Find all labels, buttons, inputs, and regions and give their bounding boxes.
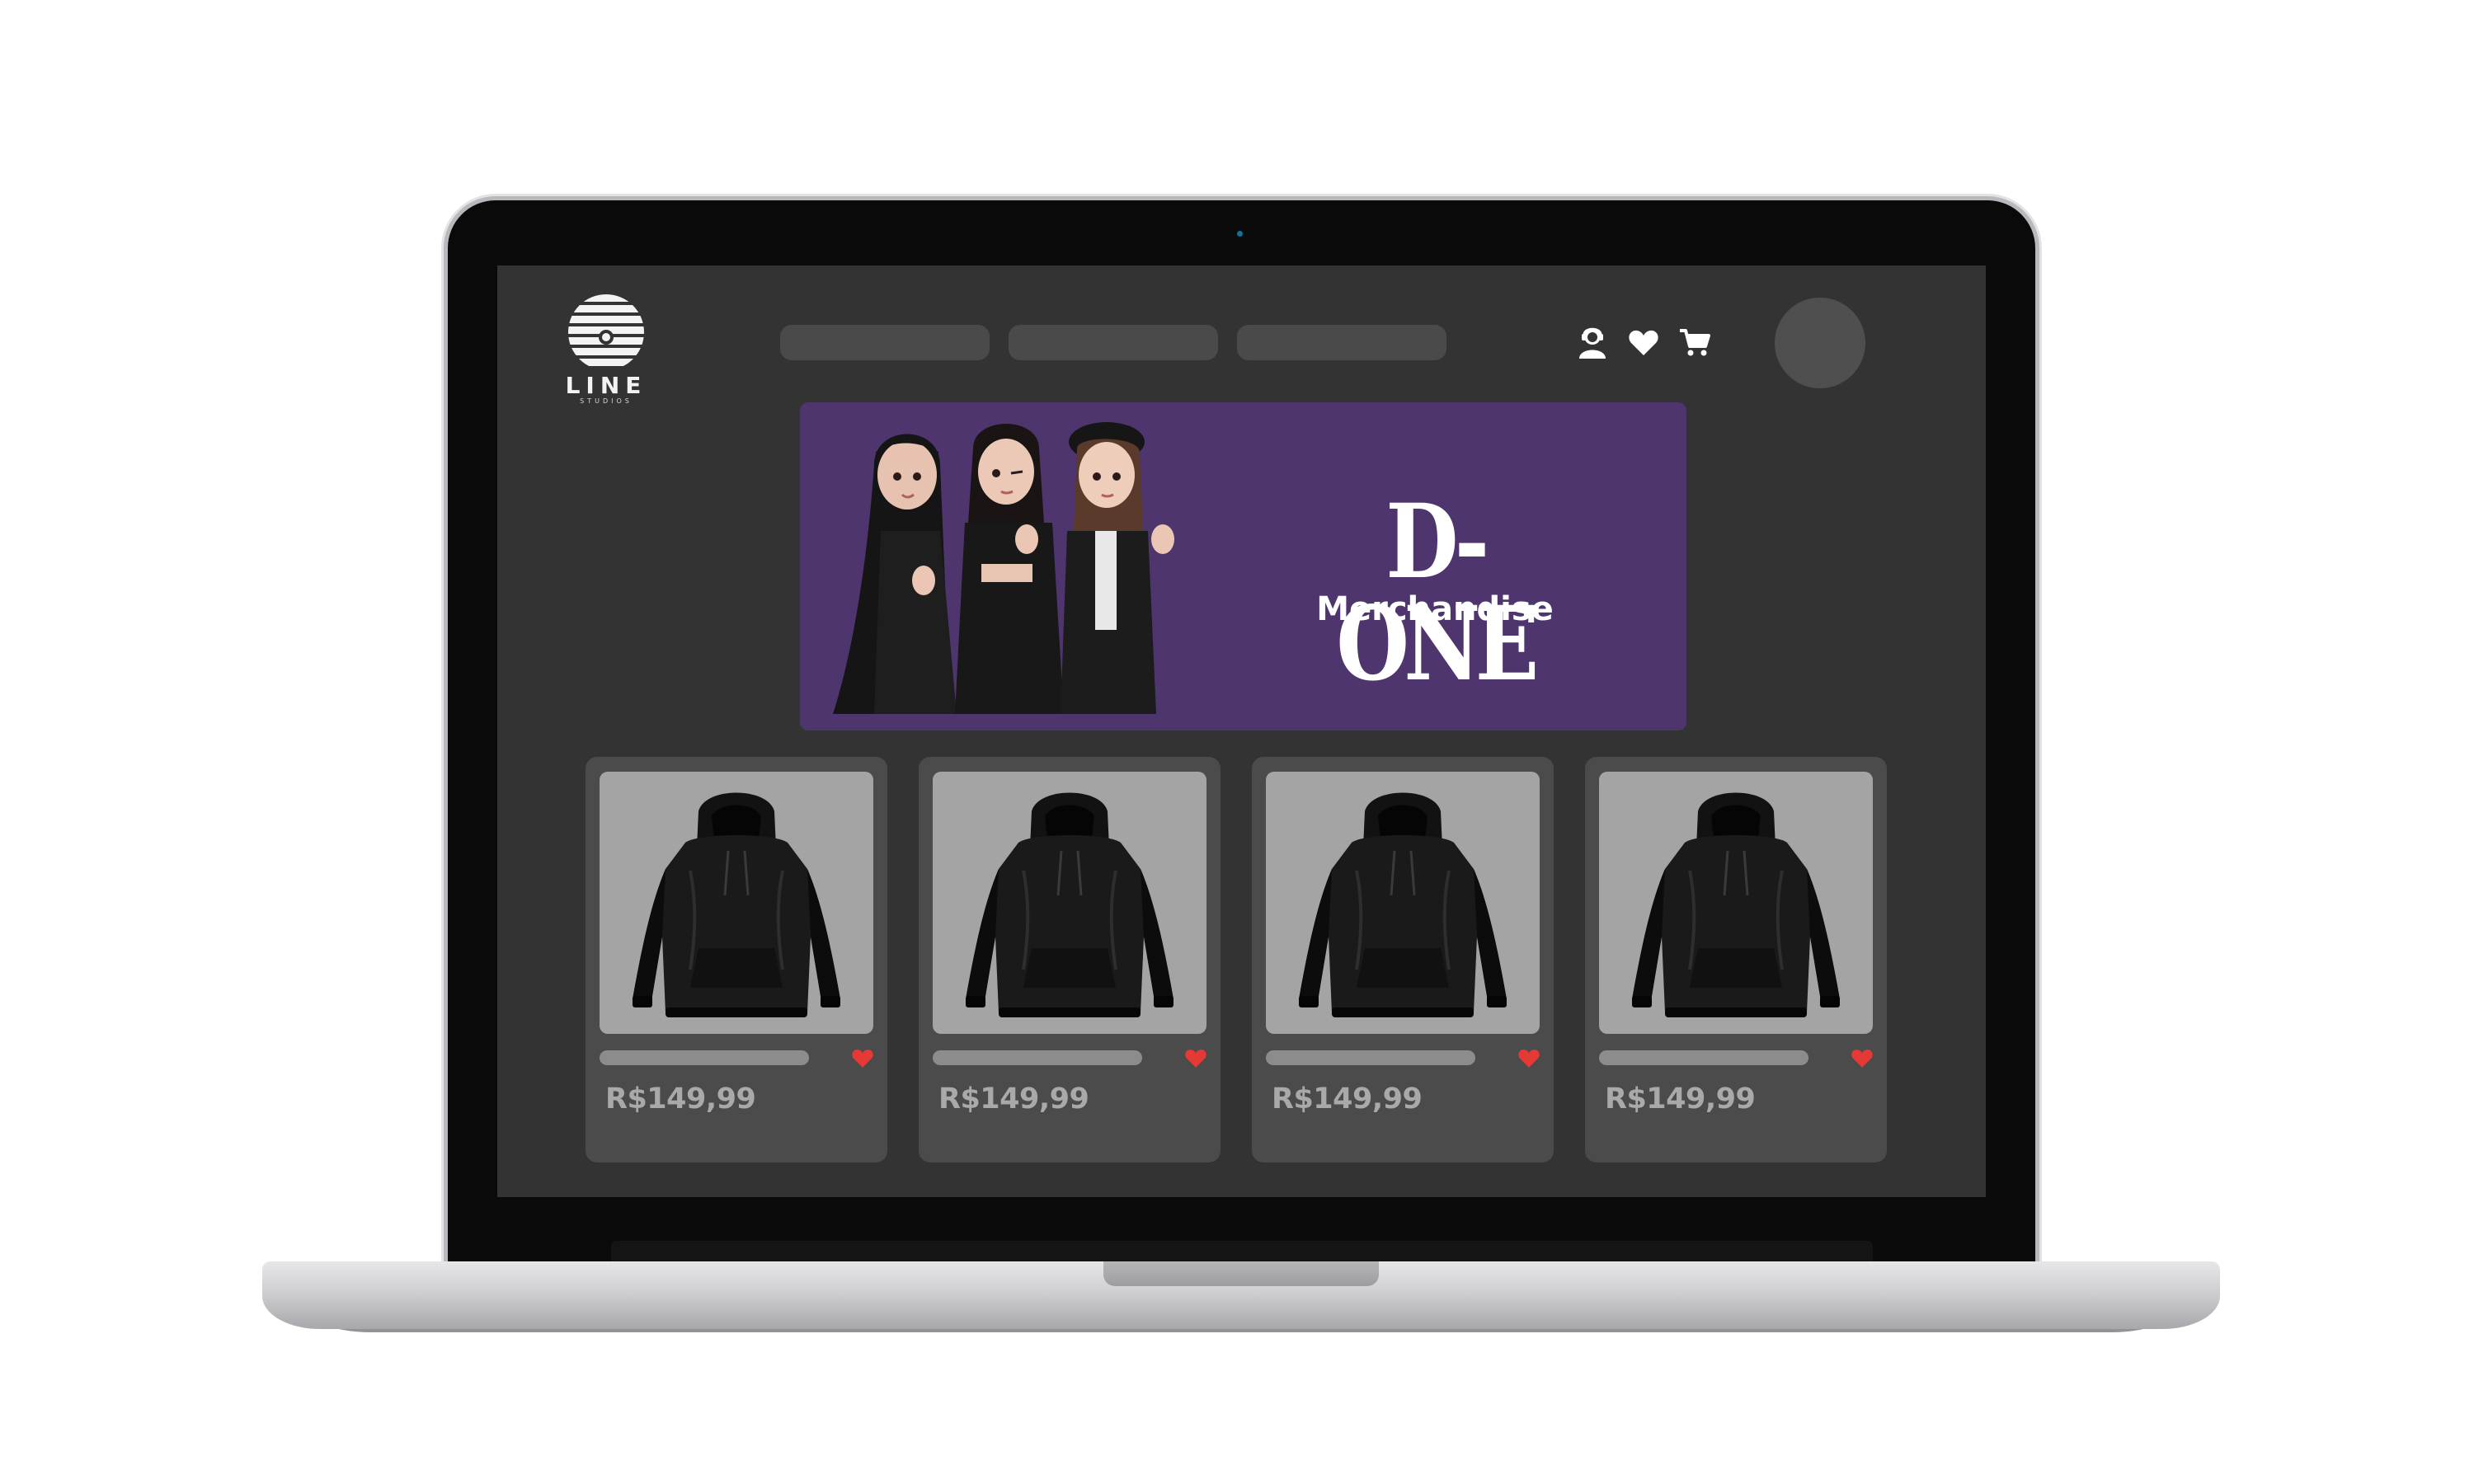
banner-subtitle: Merchandise [1316,590,1554,628]
brand-name: LINE [565,372,647,399]
product-image[interactable] [1266,772,1540,1034]
product-name [600,1050,809,1065]
product-card[interactable]: R$149,99 [919,757,1221,1162]
brand-subtitle: STUDIOS [580,397,633,405]
hoodie-image [933,772,1206,1034]
product-image[interactable] [1599,772,1873,1034]
product-price: R$149,99 [605,1082,756,1115]
laptop-notch [1103,1261,1379,1286]
product-name [1266,1050,1475,1065]
sun-stripes-icon [568,294,644,366]
nav-item-1[interactable] [780,325,990,360]
product-card[interactable]: R$149,99 [1585,757,1887,1162]
product-card[interactable]: R$149,99 [1252,757,1554,1162]
product-price: R$149,99 [938,1082,1089,1115]
avatar[interactable] [1775,298,1865,388]
camera-icon [1237,231,1243,237]
favorite-heart-icon[interactable] [1518,1049,1540,1068]
account-button[interactable] [1574,323,1611,363]
product-price: R$149,99 [1605,1082,1756,1115]
hoodie-image [1266,772,1540,1034]
promo-banner[interactable]: D-ONE Merchandise [800,402,1686,730]
product-name [1599,1050,1808,1065]
product-price: R$149,99 [1272,1082,1423,1115]
heart-icon [1629,330,1658,355]
cart-icon [1680,329,1710,356]
favorite-heart-icon[interactable] [1185,1049,1206,1068]
brand-logo[interactable]: LINE STUDIOS [565,293,647,405]
user-icon [1579,327,1606,359]
hoodie-image [1599,772,1873,1034]
store-page: LINE STUDIOS D-ONE Merchandise R$149,99 … [497,265,1986,1197]
product-image[interactable] [933,772,1206,1034]
product-name [933,1050,1142,1065]
hoodie-image [600,772,873,1034]
nav-item-3[interactable] [1237,325,1446,360]
product-image[interactable] [600,772,873,1034]
wishlist-button[interactable] [1625,323,1662,363]
favorite-heart-icon[interactable] [852,1049,873,1068]
product-card[interactable]: R$149,99 [586,757,887,1162]
banner-characters-image [833,422,1174,714]
cart-button[interactable] [1677,323,1713,363]
nav-item-2[interactable] [1009,325,1218,360]
favorite-heart-icon[interactable] [1851,1049,1873,1068]
